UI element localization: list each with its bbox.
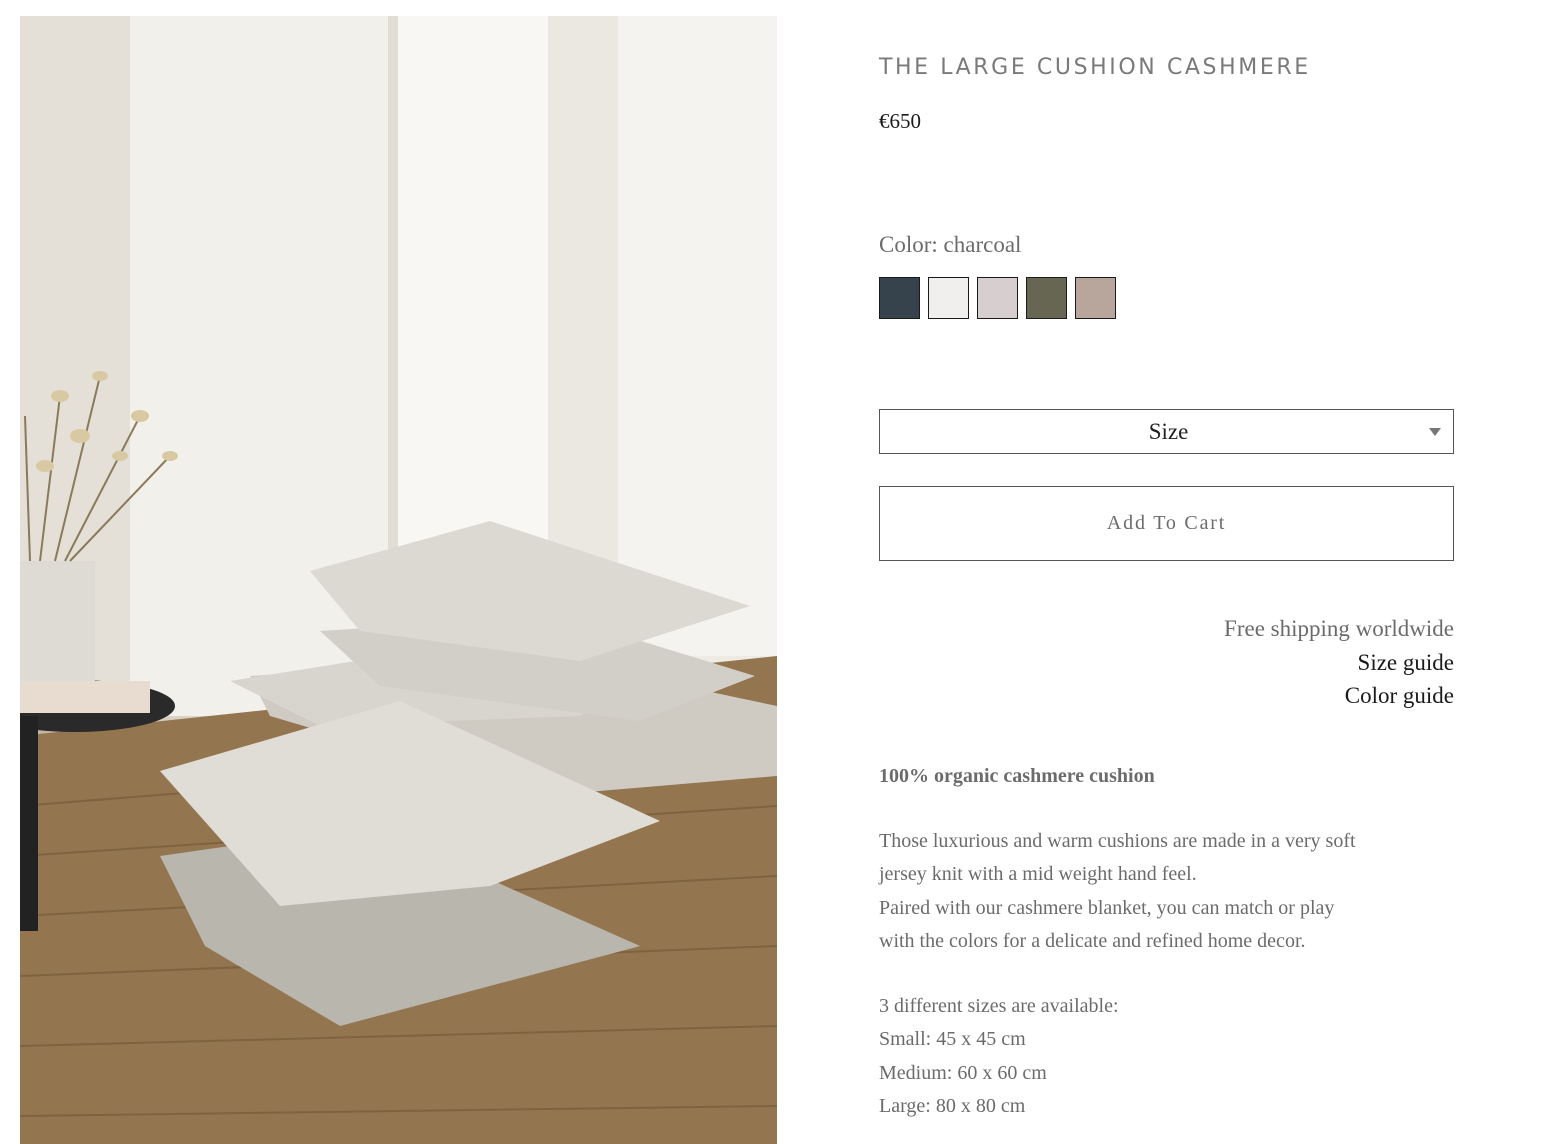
description-line: Paired with our cashmere blanket, you ca… [879,896,1335,919]
sizes-intro: 3 different sizes are available: [879,994,1119,1017]
size-small: Small: 45 x 45 cm [879,1028,1026,1050]
size-large: Large: 80 x 80 cm [879,1095,1026,1117]
info-links: Free shipping worldwide Size guide Color… [879,612,1454,713]
product-photo-illustration [20,16,777,1144]
color-swatch-white[interactable] [928,277,969,319]
size-select[interactable]: Size [879,409,1454,454]
product-photo [20,16,777,1144]
size-medium: Medium: 60 x 60 cm [879,1061,1047,1084]
description-line: Those luxurious and warm cushions are ma… [879,829,1356,852]
color-swatch-light-grey[interactable] [977,277,1018,319]
color-guide-link[interactable]: Color guide [879,679,1454,713]
description-line: with the colors for a delicate and refin… [879,930,1306,952]
color-swatch-taupe[interactable] [1075,277,1116,319]
add-to-cart-button[interactable]: Add To Cart [879,486,1454,561]
color-label: Color: charcoal [879,232,1022,257]
description-heading: 100% organic cashmere cushion [879,765,1155,787]
free-shipping-text: Free shipping worldwide [1224,616,1454,641]
product-description: 100% organic cashmere cushion Those luxu… [879,760,1454,1124]
product-price: €650 [879,109,921,133]
color-swatch-charcoal[interactable] [879,277,920,319]
chevron-down-icon [1429,428,1441,436]
color-swatch-list [879,277,1116,319]
description-line: jersey knit with a mid weight hand feel. [879,863,1197,885]
size-guide-link[interactable]: Size guide [879,646,1454,680]
product-title: THE LARGE CUSHION CASHMERE [879,55,1311,80]
color-swatch-olive[interactable] [1026,277,1067,319]
size-select-label: Size [1148,418,1189,444]
